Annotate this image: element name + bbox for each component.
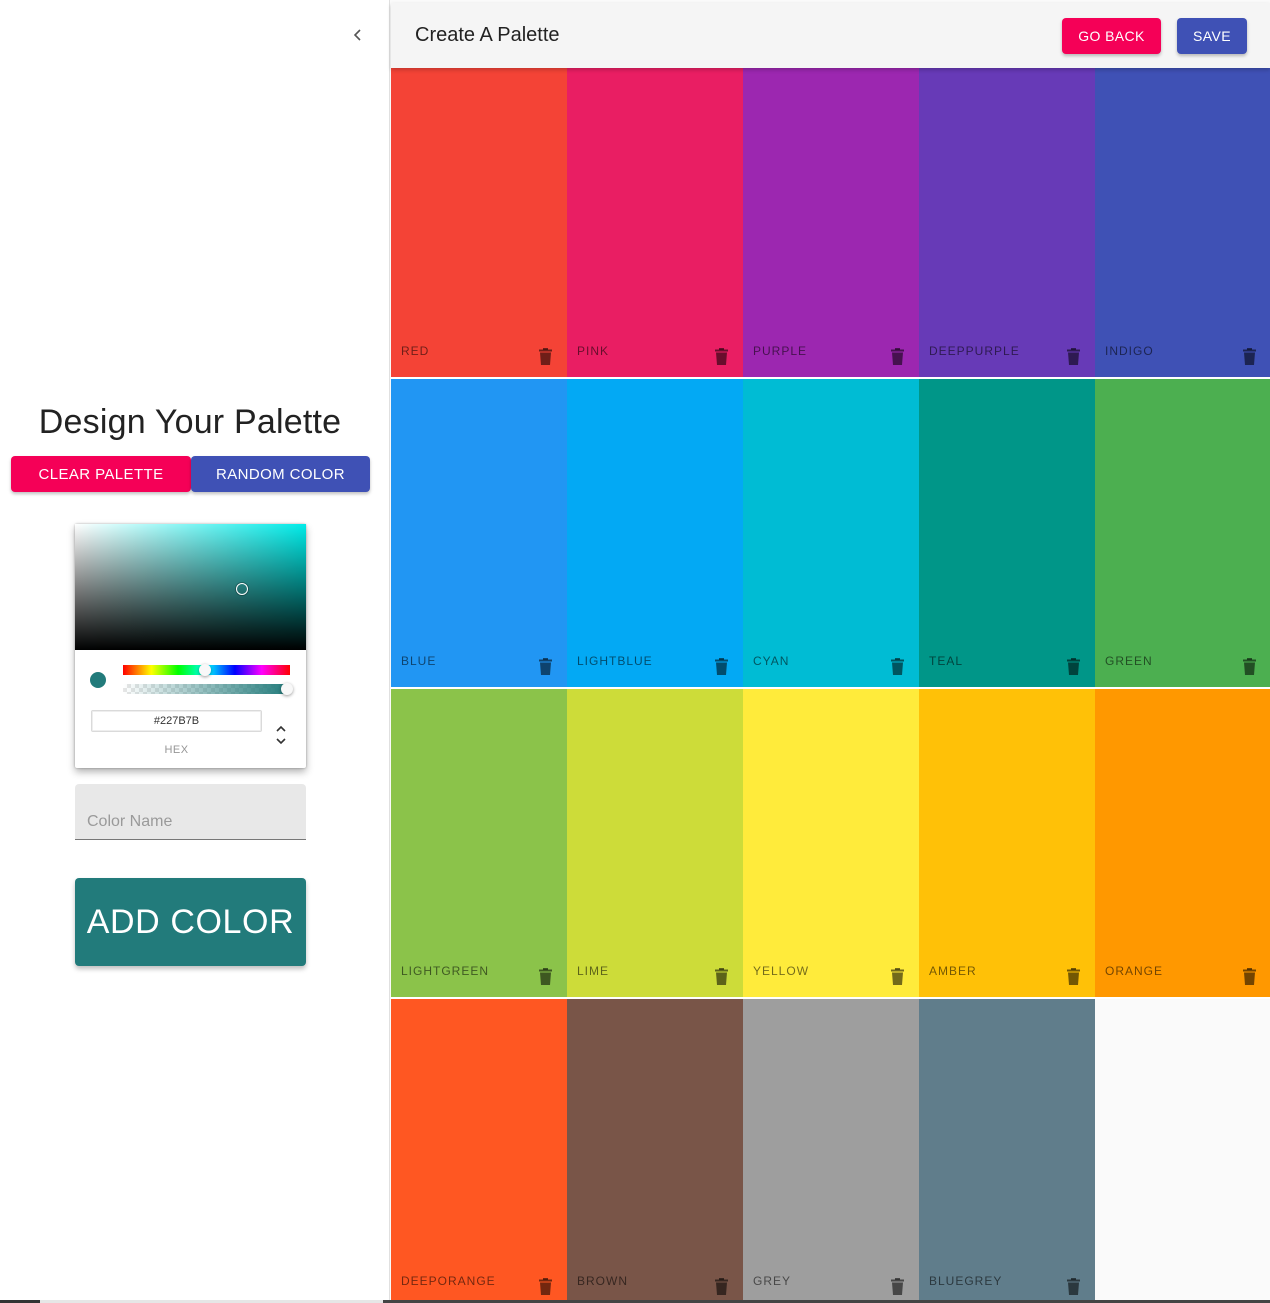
- current-color-swatch: [90, 672, 106, 688]
- delete-icon[interactable]: [1067, 968, 1080, 985]
- palette-grid: red pink purple deeppurple indigo blue lightbl…: [391, 68, 1270, 1303]
- row-divider: [391, 687, 1270, 689]
- color-box[interactable]: blue: [391, 378, 567, 688]
- color-box-name: teal: [929, 654, 964, 668]
- color-box-name: pink: [577, 344, 610, 358]
- color-box-name: grey: [753, 1274, 792, 1288]
- delete-icon[interactable]: [891, 968, 904, 985]
- delete-icon[interactable]: [1243, 968, 1256, 985]
- color-box[interactable]: deeporange: [391, 998, 567, 1303]
- chevron-left-icon: [353, 29, 361, 41]
- save-button[interactable]: SAVE: [1177, 18, 1247, 54]
- delete-icon[interactable]: [1243, 658, 1256, 675]
- delete-icon[interactable]: [1067, 348, 1080, 365]
- color-box-name: purple: [753, 344, 808, 358]
- color-box-name: lightblue: [577, 654, 653, 668]
- drawer-title: Design Your Palette: [38, 403, 342, 441]
- delete-icon[interactable]: [539, 658, 552, 675]
- color-box-name: brown: [577, 1274, 628, 1288]
- row-divider: [391, 377, 1270, 379]
- color-box-name: deeporange: [401, 1274, 496, 1288]
- color-box-name: orange: [1105, 964, 1164, 978]
- delete-icon[interactable]: [891, 348, 904, 365]
- color-box-name: indigo: [1105, 344, 1154, 358]
- color-box-name: cyan: [753, 654, 790, 668]
- color-box[interactable]: orange: [1095, 688, 1270, 998]
- delete-icon[interactable]: [539, 1278, 552, 1295]
- color-box[interactable]: deeppurple: [919, 68, 1095, 378]
- delete-icon[interactable]: [539, 968, 552, 985]
- palette-drawer: Design Your Palette CLEAR PALETTE RANDOM…: [0, 0, 390, 1303]
- app-bar: Create A Palette GO BACK SAVE: [391, 3, 1270, 68]
- color-box[interactable]: lightgreen: [391, 688, 567, 998]
- row-divider: [391, 997, 1270, 999]
- color-box[interactable]: yellow: [743, 688, 919, 998]
- delete-icon[interactable]: [891, 1278, 904, 1295]
- hex-input[interactable]: [91, 710, 262, 732]
- clear-palette-button[interactable]: CLEAR PALETTE: [11, 456, 191, 492]
- color-box[interactable]: grey: [743, 998, 919, 1303]
- color-box[interactable]: lightblue: [567, 378, 743, 688]
- color-box[interactable]: teal: [919, 378, 1095, 688]
- color-box[interactable]: lime: [567, 688, 743, 998]
- color-picker: HEX: [75, 524, 306, 768]
- color-box[interactable]: purple: [743, 68, 919, 378]
- color-box-name: amber: [929, 964, 977, 978]
- delete-icon[interactable]: [1067, 658, 1080, 675]
- color-box-name: bluegrey: [929, 1274, 1003, 1288]
- color-box[interactable]: pink: [567, 68, 743, 378]
- hue-slider-thumb[interactable]: [199, 664, 211, 676]
- color-box-name: yellow: [753, 964, 810, 978]
- color-box-name: red: [401, 344, 430, 358]
- color-box-name: deeppurple: [929, 344, 1020, 358]
- color-box[interactable]: cyan: [743, 378, 919, 688]
- color-box-name: lime: [577, 964, 610, 978]
- color-box-name: lightgreen: [401, 964, 490, 978]
- random-color-button[interactable]: RANDOM COLOR: [191, 456, 370, 492]
- color-box[interactable]: green: [1095, 378, 1270, 688]
- delete-icon[interactable]: [715, 968, 728, 985]
- alpha-slider[interactable]: [123, 684, 290, 694]
- alpha-slider-thumb[interactable]: [281, 683, 293, 695]
- add-color-button[interactable]: ADD COLOR: [75, 878, 306, 966]
- color-box[interactable]: amber: [919, 688, 1095, 998]
- delete-icon[interactable]: [539, 348, 552, 365]
- color-box[interactable]: indigo: [1095, 68, 1270, 378]
- color-box[interactable]: bluegrey: [919, 998, 1095, 1303]
- delete-icon[interactable]: [1243, 348, 1256, 365]
- delete-icon[interactable]: [715, 348, 728, 365]
- go-back-button[interactable]: GO BACK: [1062, 18, 1161, 54]
- color-box-name: green: [1105, 654, 1153, 668]
- collapse-drawer-button[interactable]: [343, 20, 373, 50]
- page-title: Create A Palette: [415, 24, 560, 46]
- drawer-header: [0, 0, 389, 68]
- color-box[interactable]: brown: [567, 998, 743, 1303]
- color-name-input[interactable]: [75, 784, 306, 840]
- delete-icon[interactable]: [715, 1278, 728, 1295]
- saturation-pointer[interactable]: [236, 583, 248, 595]
- delete-icon[interactable]: [1067, 1278, 1080, 1295]
- delete-icon[interactable]: [715, 658, 728, 675]
- delete-icon[interactable]: [891, 658, 904, 675]
- format-toggle-button[interactable]: [271, 722, 291, 748]
- color-box-name: blue: [401, 654, 437, 668]
- saturation-area[interactable]: [75, 524, 306, 650]
- color-box[interactable]: red: [391, 68, 567, 378]
- unfold-icon: [276, 725, 286, 745]
- hex-label: HEX: [164, 744, 189, 756]
